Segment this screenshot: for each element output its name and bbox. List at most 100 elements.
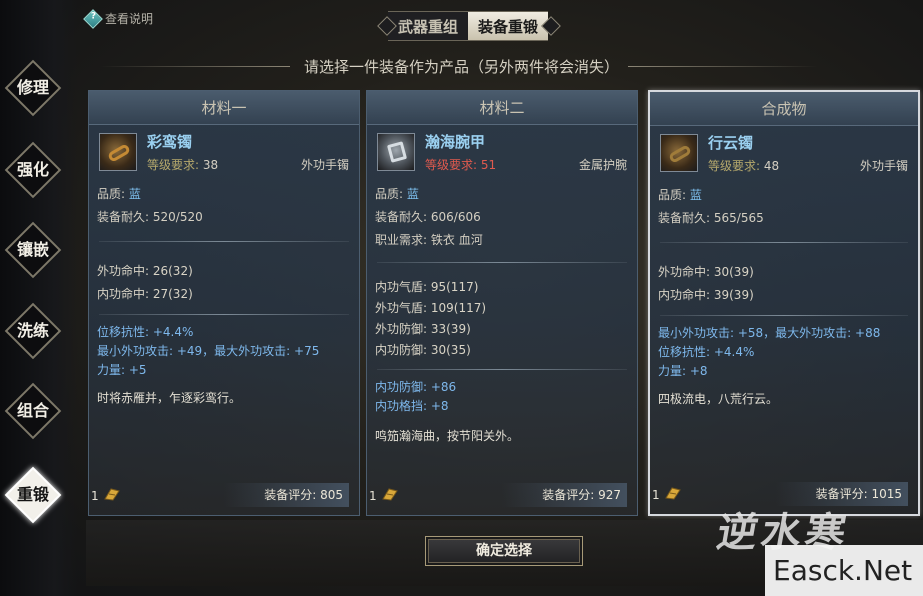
score-label: 装备评分: bbox=[815, 487, 868, 501]
panel-footer: 1 装备评分: 805 bbox=[89, 483, 359, 509]
stat-line: 外功命中: 30(39) bbox=[658, 265, 754, 279]
item-level: 等级要求: 51 bbox=[425, 156, 496, 173]
quality-label: 品质: bbox=[97, 187, 126, 201]
tab-edge-right-icon bbox=[548, 15, 560, 37]
nav-label: 强化 bbox=[16, 160, 49, 179]
quality-value: 蓝 bbox=[128, 187, 141, 201]
help-label: 查看说明 bbox=[105, 12, 154, 26]
durability-label: 装备耐久: bbox=[97, 210, 150, 224]
durability-line: 装备耐久: 606/606 bbox=[367, 206, 637, 229]
item-count: 1 bbox=[91, 489, 99, 503]
item-header: 彩鸾镯 等级要求: 38 外功手镯 bbox=[99, 131, 349, 183]
nav-combine[interactable]: 组合 bbox=[4, 382, 62, 440]
nav-label: 洗练 bbox=[16, 321, 49, 340]
panel-footer: 1 装备评分: 927 bbox=[367, 483, 637, 509]
durability-value: 520/520 bbox=[152, 210, 203, 224]
job-line: 职业需求: 铁衣 血河 bbox=[367, 229, 637, 252]
tab-weapon-recombine[interactable]: 武器重组 bbox=[388, 11, 469, 41]
bonus-line: 力量: +8 bbox=[658, 364, 708, 378]
job-label: 职业需求: bbox=[375, 233, 428, 247]
durability-value: 565/565 bbox=[713, 211, 764, 225]
instruction-text: 请选择一件装备作为产品（另外两件将会消失） bbox=[0, 56, 923, 77]
nav-reforge[interactable]: 重锻 bbox=[4, 466, 62, 524]
bracelet-icon[interactable] bbox=[99, 133, 137, 171]
equipment-slot-icon bbox=[104, 488, 120, 501]
item-name: 彩鸾镯 bbox=[147, 133, 193, 151]
bracelet-icon[interactable] bbox=[660, 134, 698, 172]
durability-line: 装备耐久: 520/520 bbox=[89, 206, 359, 229]
stat-line: 内功气盾: 95(117) bbox=[375, 280, 479, 294]
help-link[interactable]: ? 查看说明 bbox=[83, 8, 154, 29]
score-value: 805 bbox=[320, 488, 343, 502]
score-label: 装备评分: bbox=[542, 488, 595, 502]
item-count: 1 bbox=[652, 488, 660, 502]
panel-header: 材料二 bbox=[367, 91, 637, 125]
stat-line: 内功命中: 39(39) bbox=[658, 288, 754, 302]
level-value: 51 bbox=[480, 158, 497, 172]
item-level: 等级要求: 38 bbox=[147, 156, 218, 173]
quality-value: 蓝 bbox=[689, 188, 702, 202]
divider bbox=[377, 369, 627, 370]
level-value: 38 bbox=[202, 158, 219, 172]
item-type: 外功手镯 bbox=[300, 158, 349, 172]
watermark: Easck.Net bbox=[765, 545, 923, 596]
equipment-slot-icon bbox=[665, 487, 681, 500]
material-one-panel[interactable]: 材料一 彩鸾镯 等级要求: 38 外功手镯 品质: 蓝 装备耐久: 520/52… bbox=[88, 90, 360, 516]
divider bbox=[377, 262, 627, 263]
quality-line: 品质: 蓝 bbox=[650, 184, 918, 207]
item-name: 行云镯 bbox=[708, 134, 754, 152]
stat-line: 外功防御: 33(39) bbox=[375, 322, 471, 336]
equipment-slot-icon bbox=[382, 488, 398, 501]
stat-line: 内功防御: 30(35) bbox=[375, 343, 471, 357]
item-level: 等级要求: 48 bbox=[708, 157, 779, 174]
panel-header: 合成物 bbox=[650, 92, 918, 126]
stat-line: 内功命中: 27(32) bbox=[97, 287, 193, 301]
item-type: 外功手镯 bbox=[859, 159, 908, 173]
tab-edge-left-icon bbox=[376, 15, 388, 37]
nav-label: 修理 bbox=[16, 78, 49, 97]
divider bbox=[660, 242, 908, 243]
equipment-score: 装备评分: 805 bbox=[224, 483, 349, 507]
flavor-text: 四极流电，八荒行云。 bbox=[658, 392, 779, 406]
score-value: 1015 bbox=[871, 487, 902, 501]
quality-label: 品质: bbox=[658, 188, 687, 202]
quality-value: 蓝 bbox=[406, 187, 419, 201]
item-name: 瀚海腕甲 bbox=[425, 133, 486, 151]
bonus-line: 力量: +5 bbox=[97, 363, 147, 377]
nav-label: 镶嵌 bbox=[16, 240, 49, 259]
job-value: 铁衣 血河 bbox=[430, 233, 483, 247]
tab-equipment-reforge[interactable]: 装备重锻 bbox=[468, 11, 549, 41]
nav-inlay[interactable]: 镶嵌 bbox=[4, 221, 62, 279]
nav-refine[interactable]: 洗练 bbox=[4, 302, 62, 360]
score-value: 927 bbox=[598, 488, 621, 502]
item-header: 行云镯 等级要求: 48 外功手镯 bbox=[660, 132, 908, 184]
bonus-line: 内功防御: +86 bbox=[375, 380, 457, 394]
item-header: 瀚海腕甲 等级要求: 51 金属护腕 bbox=[377, 131, 627, 183]
bonus-line: 位移抗性: +4.4% bbox=[97, 325, 194, 339]
durability-line: 装备耐久: 565/565 bbox=[650, 207, 918, 230]
stat-line: 外功命中: 26(32) bbox=[97, 264, 193, 278]
bracer-icon[interactable] bbox=[377, 133, 415, 171]
flavor-text: 时将赤雁并，乍逐彩鸾行。 bbox=[97, 391, 242, 405]
nav-label: 重锻 bbox=[16, 485, 49, 504]
divider bbox=[99, 314, 349, 315]
quality-line: 品质: 蓝 bbox=[89, 183, 359, 206]
nav-enhance[interactable]: 强化 bbox=[4, 141, 62, 199]
durability-label: 装备耐久: bbox=[658, 211, 711, 225]
flavor-text: 鸣笳瀚海曲，按节阳关外。 bbox=[375, 429, 520, 443]
level-label: 等级要求: bbox=[425, 158, 478, 172]
nav-repair[interactable]: 修理 bbox=[4, 59, 62, 117]
bonus-line: 最小外功攻击: +49，最大外功攻击: +75 bbox=[97, 344, 320, 358]
help-icon: ? bbox=[83, 8, 103, 29]
divider bbox=[99, 241, 349, 242]
panel-header: 材料一 bbox=[89, 91, 359, 125]
equipment-score: 装备评分: 927 bbox=[502, 483, 627, 507]
tab-bar: 武器重组 装备重锻 bbox=[376, 9, 560, 43]
result-panel[interactable]: 合成物 行云镯 等级要求: 48 外功手镯 品质: 蓝 装备耐久: 565/56… bbox=[648, 90, 920, 516]
level-label: 等级要求: bbox=[147, 158, 200, 172]
material-two-panel[interactable]: 材料二 瀚海腕甲 等级要求: 51 金属护腕 品质: 蓝 装备耐久: 606/6… bbox=[366, 90, 638, 516]
stat-line: 外功气盾: 109(117) bbox=[375, 301, 487, 315]
confirm-button[interactable]: 确定选择 bbox=[425, 536, 583, 566]
bonus-line: 位移抗性: +4.4% bbox=[658, 345, 755, 359]
nav-label: 组合 bbox=[16, 401, 49, 420]
